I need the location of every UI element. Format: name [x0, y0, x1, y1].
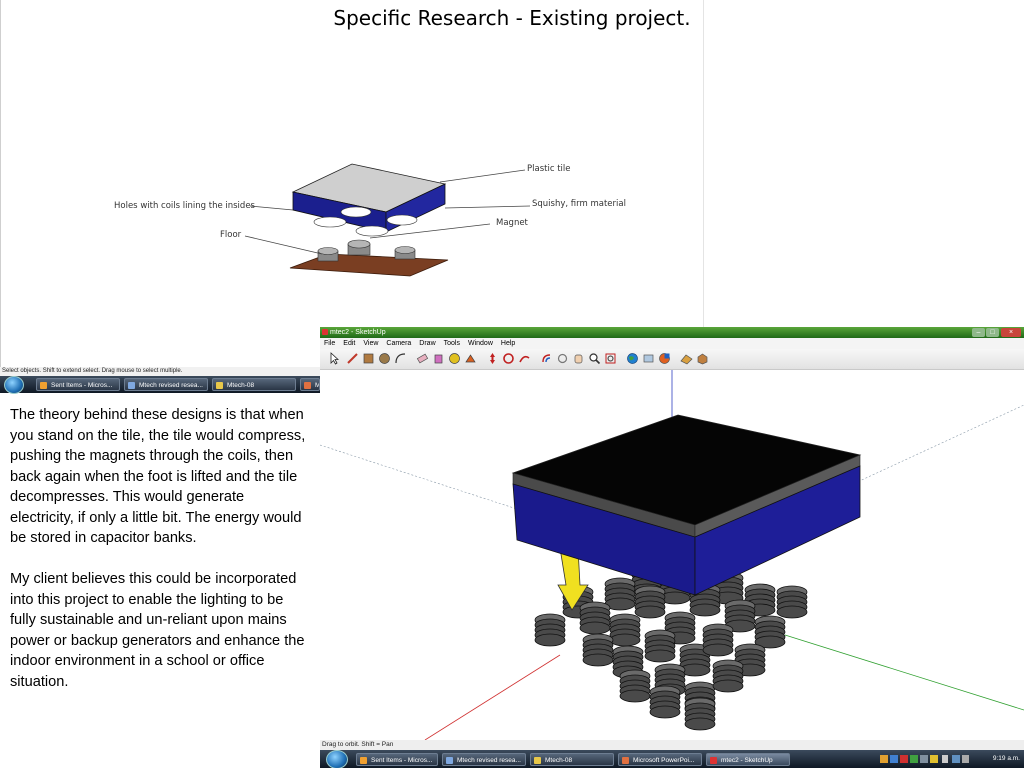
label-holes-coils: Holes with coils lining the insides: [114, 201, 255, 211]
menu-draw[interactable]: Draw: [415, 338, 439, 349]
magnet: [609, 613, 641, 647]
clock: 9:19 a.m.: [992, 755, 1020, 762]
outlook-icon: [360, 757, 367, 764]
circle-tool-icon[interactable]: [378, 352, 391, 365]
sketchup-icon: [710, 757, 717, 764]
magnet: [644, 629, 676, 663]
sketchup-viewport[interactable]: [320, 370, 1024, 741]
powerpoint-icon: [622, 757, 629, 764]
label-plastic-tile: Plastic tile: [527, 164, 571, 174]
paragraph-client: My client believes this could be incorpo…: [10, 571, 305, 690]
sketchup-menubar: File Edit View Camera Draw Tools Window Help: [320, 338, 1024, 349]
word-icon: [128, 382, 135, 389]
styles-icon[interactable]: [658, 352, 671, 365]
magnet: [684, 697, 716, 731]
taskbar: Sent Items - Micros... Mtech revised res…: [320, 750, 1024, 768]
sketchup-status-bar: Drag to orbit. Shift = Pan: [320, 740, 1024, 750]
rectangle-tool-icon[interactable]: [362, 352, 375, 365]
sketchup-window: mtec2 - SketchUp – □ × File Edit View Camer…: [320, 327, 1024, 768]
eraser-tool-icon[interactable]: [416, 352, 429, 365]
taskbar-item-powerpoint[interactable]: M: [300, 378, 320, 391]
folder-icon: [534, 757, 541, 764]
select-tool-icon[interactable]: [328, 352, 341, 365]
red-axis-dotted: [839, 404, 1024, 491]
start-button-icon[interactable]: [4, 376, 24, 394]
taskbar-item-outlook[interactable]: Sent Items - Micros...: [36, 378, 120, 391]
label-squishy-material: Squishy, firm material: [532, 199, 626, 209]
rotate-tool-icon[interactable]: [502, 352, 515, 365]
tape-measure-tool-icon[interactable]: [448, 352, 461, 365]
sketchup-status-bar-small: Select objects. Shift to extend select. …: [0, 367, 320, 376]
menu-camera[interactable]: Camera: [382, 338, 415, 349]
components-icon[interactable]: [642, 352, 655, 365]
model-scene[interactable]: [320, 370, 1024, 741]
zoom-tool-icon[interactable]: [588, 352, 601, 365]
taskbar-item-word[interactable]: Mtech revised resea...: [442, 753, 526, 766]
taskbar-item-word[interactable]: Mtech revised resea...: [124, 378, 208, 391]
taskbar-item-powerpoint[interactable]: Microsoft PowerPoi...: [618, 753, 702, 766]
magnet: [619, 669, 651, 703]
pan-tool-icon[interactable]: [572, 352, 585, 365]
earth-icon[interactable]: [626, 352, 639, 365]
system-tray-icons[interactable]: [880, 754, 970, 764]
window-title: mtec2 - SketchUp: [330, 329, 386, 336]
taskbar-small: Sent Items - Micros... Mtech revised res…: [0, 376, 320, 394]
magnet: [712, 659, 744, 693]
sketchup-toolbar: [320, 349, 1024, 370]
menu-window[interactable]: Window: [464, 338, 497, 349]
red-axis: [424, 654, 561, 741]
minimize-icon[interactable]: –: [972, 328, 985, 337]
magnet: [634, 585, 666, 619]
magnet: [582, 633, 614, 667]
slide-title: Specific Research - Existing project.: [333, 6, 691, 30]
magnet: [534, 613, 566, 647]
magnet: [776, 585, 808, 619]
taskbar-item-outlook[interactable]: Sent Items - Micros...: [356, 753, 438, 766]
paint-bucket-tool-icon[interactable]: [432, 352, 445, 365]
orbit-tool-icon[interactable]: [556, 352, 569, 365]
menu-help[interactable]: Help: [497, 338, 519, 349]
word-icon: [446, 757, 453, 764]
zoom-extents-tool-icon[interactable]: [604, 352, 617, 365]
menu-edit[interactable]: Edit: [339, 338, 359, 349]
3d-warehouse-icon[interactable]: [696, 352, 709, 365]
follow-me-tool-icon[interactable]: [518, 352, 531, 365]
magnet: [604, 577, 636, 611]
start-button-icon[interactable]: [326, 750, 348, 768]
magnet: [754, 615, 786, 649]
sketchup-titlebar: mtec2 - SketchUp – □ ×: [320, 327, 1024, 338]
paragraph-theory: The theory behind these designs is that …: [10, 407, 306, 546]
magnet: [702, 623, 734, 657]
tile-diagram: Plastic tile Squishy, firm material Magn…: [100, 150, 640, 290]
label-floor: Floor: [220, 230, 242, 240]
menu-tools[interactable]: Tools: [440, 338, 464, 349]
magnet: [579, 601, 611, 635]
sketchup-icon: [322, 329, 328, 335]
outlook-icon: [40, 382, 47, 389]
taskbar-item-folder[interactable]: Mtech-08: [212, 378, 296, 391]
move-tool-icon[interactable]: [486, 352, 499, 365]
slide-left-border: [0, 0, 1, 370]
taskbar-item-sketchup[interactable]: mtec2 - SketchUp: [706, 753, 790, 766]
powerpoint-icon: [304, 382, 311, 389]
floor-plate: [289, 253, 449, 277]
offset-tool-icon[interactable]: [540, 352, 553, 365]
slide-body-text: The theory behind these designs is that …: [10, 405, 306, 713]
taskbar-item-folder[interactable]: Mtech-08: [530, 753, 614, 766]
arc-tool-icon[interactable]: [394, 352, 407, 365]
maximize-icon[interactable]: □: [986, 328, 999, 337]
label-magnet: Magnet: [496, 218, 528, 228]
close-icon[interactable]: ×: [1001, 328, 1021, 337]
push-pull-tool-icon[interactable]: [464, 352, 477, 365]
green-axis-dotted: [320, 444, 521, 511]
magnet: [649, 685, 681, 719]
menu-view[interactable]: View: [359, 338, 382, 349]
slide-divider: [703, 0, 704, 328]
menu-file[interactable]: File: [320, 338, 339, 349]
green-axis: [784, 634, 1024, 711]
folder-icon: [216, 382, 223, 389]
sandbox-icon[interactable]: [680, 352, 693, 365]
pencil-tool-icon[interactable]: [346, 352, 359, 365]
